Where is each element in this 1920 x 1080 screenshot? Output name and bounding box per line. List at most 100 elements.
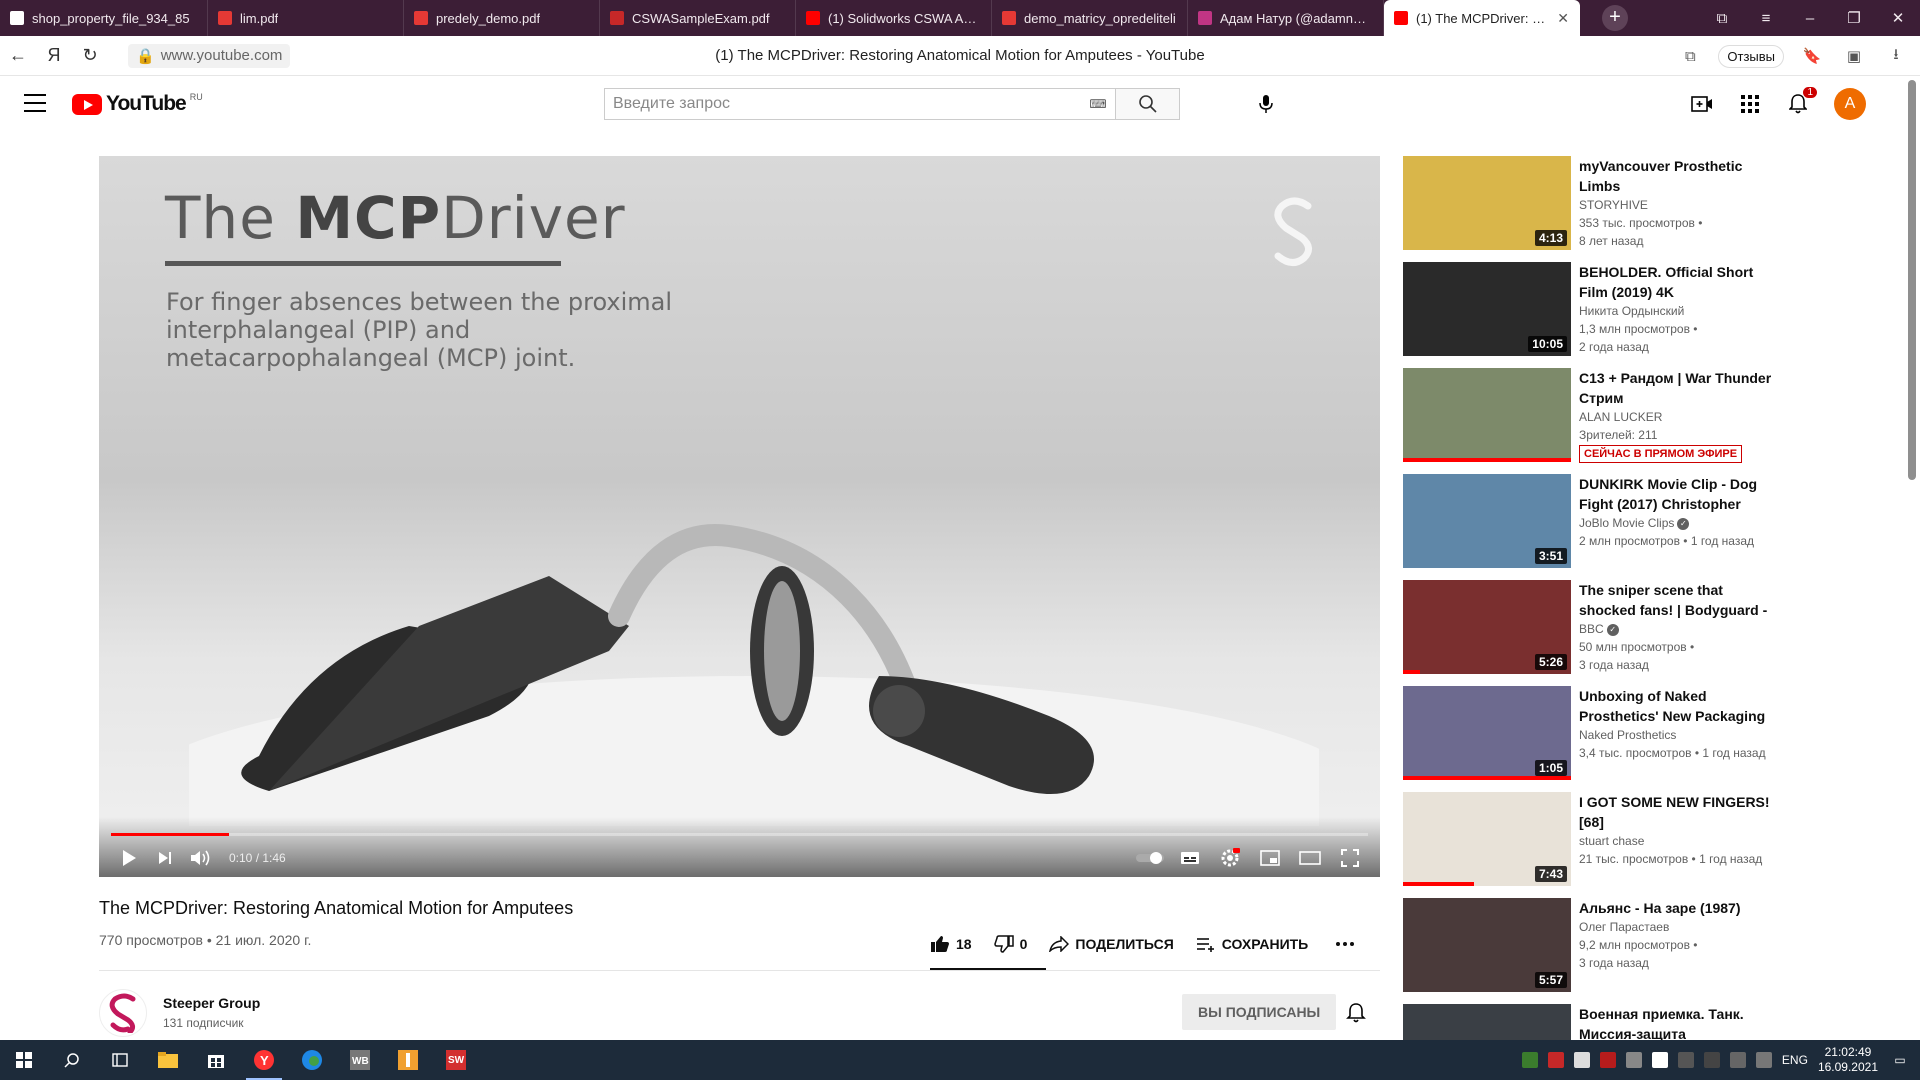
autoplay-toggle[interactable] <box>1132 845 1168 871</box>
recommendation-item[interactable]: 5:57 Альянс - На заре (1987) Олег Парастае… <box>1403 898 1783 998</box>
seek-bar[interactable] <box>111 833 1368 836</box>
edge-browser-icon[interactable] <box>288 1040 336 1080</box>
maximize-button[interactable]: ❐ <box>1832 0 1876 36</box>
dislike-button[interactable]: 0 <box>993 935 1027 953</box>
language-indicator[interactable]: ENG <box>1782 1053 1808 1067</box>
tab-close-icon[interactable]: ✕ <box>1557 10 1569 27</box>
search-taskbar-icon[interactable] <box>48 1040 96 1080</box>
recommendation-item[interactable]: Военная приемка. Танк. Миссия-защита <box>1403 1004 1783 1040</box>
shield-tray-icon[interactable] <box>1625 1052 1642 1068</box>
share-button[interactable]: ПОДЕЛИТЬСЯ <box>1049 936 1174 952</box>
recommendation-channel[interactable]: Naked Prosthetics <box>1579 726 1775 744</box>
yandex-browser-icon[interactable]: Y <box>240 1040 288 1080</box>
recommendation-item[interactable]: 1:05 Unboxing of Naked Prosthetics' New P… <box>1403 686 1783 786</box>
create-video-icon[interactable] <box>1690 92 1714 116</box>
more-actions-button[interactable] <box>1336 942 1355 946</box>
recommendation-thumbnail[interactable]: 7:43 <box>1403 792 1571 886</box>
subtitles-icon[interactable] <box>1172 845 1208 871</box>
miniplayer-icon[interactable] <box>1252 845 1288 871</box>
channel-name[interactable]: Steeper Group <box>163 995 260 1011</box>
recommendation-thumbnail[interactable]: 5:26 <box>1403 580 1571 674</box>
recommendation-item[interactable]: 4:13 myVancouver Prosthetic Limbs STORYHIV… <box>1403 156 1783 256</box>
collections-icon[interactable]: ▣ <box>1840 42 1868 70</box>
browser-tab[interactable]: (1) The MCPDriver: Restc ✕ <box>1384 0 1580 36</box>
recommendation-channel[interactable]: STORYHIVE <box>1579 196 1775 214</box>
browser-tab[interactable]: shop_property_file_934_85 <box>0 0 208 36</box>
file-explorer-icon[interactable] <box>144 1040 192 1080</box>
volume-icon[interactable] <box>183 845 219 871</box>
back-button[interactable]: ← <box>0 38 36 74</box>
browser-tab[interactable]: demo_matricy_opredeliteli <box>992 0 1188 36</box>
recommendation-title[interactable]: Unboxing of Naked Prosthetics' New Packa… <box>1579 686 1775 726</box>
minimize-button[interactable]: – <box>1788 0 1832 36</box>
browser-tab[interactable]: (1) Solidworks CSWA Assen <box>796 0 992 36</box>
cloud-tray-icon[interactable] <box>1573 1052 1590 1068</box>
youtube-logo[interactable]: YouTube RU <box>72 92 203 116</box>
theater-mode-icon[interactable] <box>1292 845 1328 871</box>
recommendation-title[interactable]: myVancouver Prosthetic Limbs <box>1579 156 1775 196</box>
recommendation-title[interactable]: Военная приемка. Танк. Миссия-защита <box>1579 1004 1775 1040</box>
browser-tab[interactable]: lim.pdf <box>208 0 404 36</box>
yandex-icon[interactable]: Я <box>36 38 72 74</box>
store-icon[interactable] <box>192 1040 240 1080</box>
close-window-button[interactable]: ✕ <box>1876 0 1920 36</box>
inventor-app-icon[interactable] <box>384 1040 432 1080</box>
yandex-tray-icon[interactable] <box>1651 1052 1668 1068</box>
feedback-button[interactable]: Отзывы <box>1718 44 1784 68</box>
recommendation-channel[interactable]: Никита Ордынский <box>1579 302 1775 320</box>
keyboard-icon[interactable]: ⌨ <box>1081 89 1115 119</box>
fullscreen-icon[interactable] <box>1332 845 1368 871</box>
recommendation-thumbnail[interactable] <box>1403 368 1571 462</box>
recommendation-thumbnail[interactable]: 3:51 <box>1403 474 1571 568</box>
scrollbar-thumb[interactable] <box>1908 80 1916 480</box>
browser-tab[interactable]: predely_demo.pdf <box>404 0 600 36</box>
browser-tab[interactable]: Адам Натур (@adamnatur <box>1188 0 1384 36</box>
search-input[interactable]: Введите запрос <box>605 89 1081 119</box>
windows-start-icon[interactable] <box>0 1040 48 1080</box>
recommendation-title[interactable]: The sniper scene that shocked fans! | Bo… <box>1579 580 1775 620</box>
recommendation-channel[interactable]: JoBlo Movie Clips ✓ <box>1579 514 1775 532</box>
battery-tray-icon[interactable] <box>1703 1052 1720 1068</box>
bookmark-icon[interactable]: 🔖 <box>1798 42 1826 70</box>
recommendation-item[interactable]: 10:05 BEHOLDER. Official Short Film (2019… <box>1403 262 1783 362</box>
download-icon[interactable]: ⭳ <box>1882 42 1910 70</box>
settings-gear-icon[interactable] <box>1212 845 1248 871</box>
hamburger-menu-icon[interactable] <box>24 94 46 112</box>
solidworks-app-icon[interactable]: SW <box>432 1040 480 1080</box>
recommendation-title[interactable]: Альянс - На заре (1987) <box>1579 898 1775 918</box>
recommendation-channel[interactable]: Олег Парастаев <box>1579 918 1775 936</box>
channel-avatar[interactable] <box>99 989 147 1037</box>
recommendation-channel[interactable]: ALAN LUCKER <box>1579 408 1775 426</box>
recommendation-item[interactable]: 5:26 The sniper scene that shocked fans! … <box>1403 580 1783 680</box>
notifications-bell-icon[interactable]: 1 <box>1786 86 1818 116</box>
volume-tray-icon[interactable] <box>1755 1052 1772 1068</box>
app-tray-icon[interactable] <box>1547 1052 1564 1068</box>
recommendation-thumbnail[interactable]: 5:57 <box>1403 898 1571 992</box>
taskbar-clock[interactable]: 21:02:49 16.09.2021 <box>1818 1045 1878 1075</box>
nvidia-tray-icon[interactable] <box>1521 1052 1538 1068</box>
recommendation-item[interactable]: C13 + Рандом | War Thunder Стрим ALAN LUC… <box>1403 368 1783 468</box>
save-button[interactable]: СОХРАНИТЬ <box>1196 936 1308 952</box>
browser-tab[interactable]: CSWASampleExam.pdf <box>600 0 796 36</box>
wb-app-icon[interactable]: WB <box>336 1040 384 1080</box>
search-button[interactable] <box>1115 89 1179 119</box>
tab-manager-icon[interactable]: ⧉ <box>1700 0 1744 36</box>
new-tab-button[interactable]: + <box>1602 5 1628 31</box>
reload-button[interactable]: ↻ <box>72 38 108 74</box>
menu-icon[interactable]: ≡ <box>1744 0 1788 36</box>
recommendation-title[interactable]: BEHOLDER. Official Short Film (2019) 4K <box>1579 262 1775 302</box>
page-scrollbar[interactable] <box>1904 76 1920 1040</box>
recommendation-channel[interactable]: BBC ✓ <box>1579 620 1775 638</box>
recommendation-title[interactable]: I GOT SOME NEW FINGERS! [68] <box>1579 792 1775 832</box>
subscribed-button[interactable]: ВЫ ПОДПИСАНЫ <box>1182 994 1337 1030</box>
task-view-icon[interactable] <box>96 1040 144 1080</box>
mic-tray-icon[interactable] <box>1677 1052 1694 1068</box>
reader-icon[interactable]: ⧉ <box>1676 42 1704 70</box>
account-avatar[interactable]: A <box>1834 88 1866 120</box>
recommendation-item[interactable]: 7:43 I GOT SOME NEW FINGERS! [68] stuart c… <box>1403 792 1783 892</box>
recommendation-thumbnail[interactable]: 1:05 <box>1403 686 1571 780</box>
like-button[interactable]: 18 <box>930 935 972 953</box>
url-field[interactable]: 🔒 www.youtube.com <box>128 43 291 68</box>
channel-bell-icon[interactable] <box>1346 1002 1370 1026</box>
recommendation-title[interactable]: C13 + Рандом | War Thunder Стрим <box>1579 368 1775 408</box>
